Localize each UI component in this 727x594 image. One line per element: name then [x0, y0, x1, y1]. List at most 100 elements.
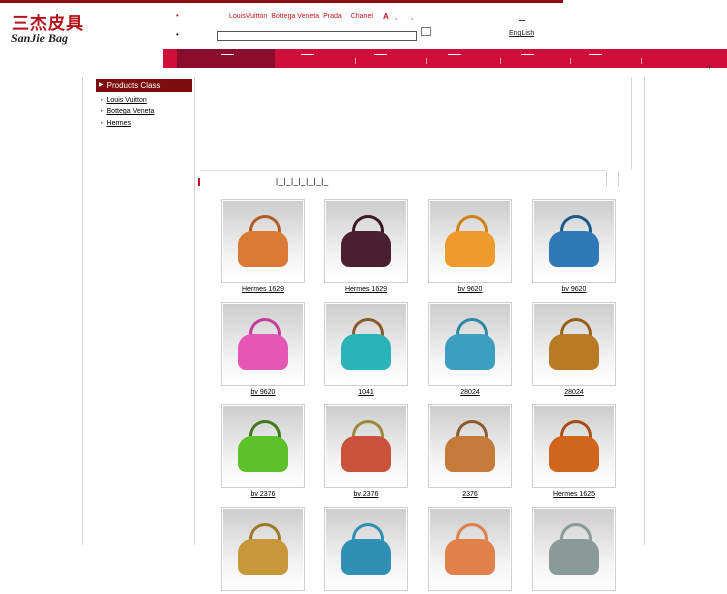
- product-image-frame[interactable]: [428, 199, 512, 283]
- product-caption[interactable]: bv 2376: [221, 491, 305, 498]
- product-card[interactable]: Hermes 1629: [324, 199, 408, 293]
- product-image[interactable]: [534, 304, 614, 384]
- product-caption[interactable]: bv 9620: [532, 286, 616, 293]
- brand-links: LouisVuitton Bottega Veneta Prada Chanel: [229, 13, 375, 20]
- product-card[interactable]: 28024: [428, 302, 512, 396]
- sidebar-item-hermes[interactable]: ▸ Hermes: [101, 120, 131, 127]
- product-caption[interactable]: Hermes 1629: [324, 286, 408, 293]
- plus-icon: +: [707, 62, 713, 72]
- product-image[interactable]: [223, 406, 303, 486]
- product-card[interactable]: bv 2376: [324, 404, 408, 498]
- product-image-frame[interactable]: [324, 404, 408, 488]
- product-caption[interactable]: Hermes 1625: [532, 491, 616, 498]
- product-card[interactable]: bv 2376: [221, 404, 305, 498]
- search-button[interactable]: [421, 27, 431, 36]
- product-card[interactable]: Hermes 1625: [532, 404, 616, 498]
- main-nav: [163, 49, 727, 68]
- product-image[interactable]: [326, 304, 406, 384]
- nav-item-2[interactable]: [301, 54, 314, 55]
- english-link[interactable]: EngLish: [509, 30, 534, 37]
- logo-english[interactable]: SanJie Bag: [11, 31, 68, 46]
- divider: [606, 172, 607, 186]
- product-image[interactable]: [326, 201, 406, 281]
- product-card[interactable]: bv 9620: [532, 199, 616, 293]
- product-image-frame[interactable]: [428, 507, 512, 591]
- product-image-frame[interactable]: [532, 404, 616, 488]
- product-image-frame[interactable]: [221, 404, 305, 488]
- nav-separator: [500, 58, 501, 64]
- nav-item-6[interactable]: [589, 54, 602, 55]
- nav-item-5[interactable]: [521, 54, 534, 55]
- product-image[interactable]: [534, 406, 614, 486]
- product-caption[interactable]: 28024: [532, 389, 616, 396]
- product-card[interactable]: [324, 507, 408, 594]
- product-image[interactable]: [430, 304, 510, 384]
- brand-link-louisvuitton[interactable]: LouisVuitton: [229, 13, 267, 20]
- product-image-frame[interactable]: [221, 302, 305, 386]
- bag-body: [341, 231, 391, 267]
- brand-link-a[interactable]: A: [383, 12, 389, 21]
- product-card[interactable]: bv 9620: [221, 302, 305, 396]
- product-card[interactable]: [428, 507, 512, 594]
- product-caption[interactable]: bv 2376: [324, 491, 408, 498]
- product-image[interactable]: [223, 304, 303, 384]
- product-image[interactable]: [534, 201, 614, 281]
- bag-body: [549, 334, 599, 370]
- product-image[interactable]: [430, 201, 510, 281]
- product-image-frame[interactable]: [532, 302, 616, 386]
- product-image-frame[interactable]: [221, 199, 305, 283]
- language-dash: [519, 20, 525, 21]
- product-card[interactable]: Hermes 1629: [221, 199, 305, 293]
- pagination[interactable]: |_|_|_|_|_|_|_: [276, 177, 329, 186]
- brand-link-prada[interactable]: Prada: [323, 13, 342, 20]
- brand-link-chanel[interactable]: Chanel: [351, 13, 373, 20]
- top-border: [0, 0, 563, 3]
- product-caption[interactable]: 1041: [324, 389, 408, 396]
- arrow-right-icon: ▸: [101, 120, 104, 127]
- product-card[interactable]: bv 9620: [428, 199, 512, 293]
- product-image-frame[interactable]: [221, 507, 305, 591]
- sidebar-item-louis-vuitton[interactable]: ▸ Louis Vuitton: [101, 97, 147, 104]
- product-image[interactable]: [534, 509, 614, 589]
- product-card[interactable]: 1041: [324, 302, 408, 396]
- brand-link-bottega-veneta[interactable]: Bottega Veneta: [271, 13, 319, 20]
- product-image-frame[interactable]: [324, 199, 408, 283]
- search-input[interactable]: [217, 31, 417, 41]
- bag-body: [445, 231, 495, 267]
- nav-item-home-label[interactable]: [221, 54, 234, 55]
- product-image[interactable]: [223, 201, 303, 281]
- nav-item-4[interactable]: [448, 54, 461, 55]
- arrow-right-icon: ▶: [99, 82, 104, 88]
- product-image-frame[interactable]: [428, 404, 512, 488]
- product-card[interactable]: 2376: [428, 404, 512, 498]
- nav-separator: [426, 58, 427, 64]
- arrow-right-icon: ▸: [101, 108, 104, 115]
- nav-item-3[interactable]: [374, 54, 387, 55]
- sidebar-title: ▶ Products Class: [96, 79, 192, 92]
- product-image[interactable]: [326, 509, 406, 589]
- bag-body: [445, 334, 495, 370]
- product-card[interactable]: 28024: [532, 302, 616, 396]
- product-image-frame[interactable]: [428, 302, 512, 386]
- product-image-frame[interactable]: [324, 507, 408, 591]
- product-caption[interactable]: bv 9620: [221, 389, 305, 396]
- content-border-top: [631, 77, 632, 169]
- product-image-frame[interactable]: [532, 199, 616, 283]
- content-divider: [200, 170, 605, 171]
- product-caption[interactable]: 2376: [428, 491, 512, 498]
- product-image[interactable]: [326, 406, 406, 486]
- product-caption[interactable]: Hermes 1629: [221, 286, 305, 293]
- bullet-icon: •: [176, 30, 179, 39]
- nav-item-home[interactable]: [177, 49, 275, 68]
- product-card[interactable]: [221, 507, 305, 594]
- product-caption[interactable]: 28024: [428, 389, 512, 396]
- product-image[interactable]: [223, 509, 303, 589]
- bag-body: [549, 231, 599, 267]
- sidebar-item-bottega-veneta[interactable]: ▸ Bottega Veneta: [101, 108, 154, 115]
- product-caption[interactable]: bv 9620: [428, 286, 512, 293]
- product-image[interactable]: [430, 509, 510, 589]
- product-card[interactable]: [532, 507, 616, 594]
- product-image-frame[interactable]: [532, 507, 616, 591]
- product-image-frame[interactable]: [324, 302, 408, 386]
- product-image[interactable]: [430, 406, 510, 486]
